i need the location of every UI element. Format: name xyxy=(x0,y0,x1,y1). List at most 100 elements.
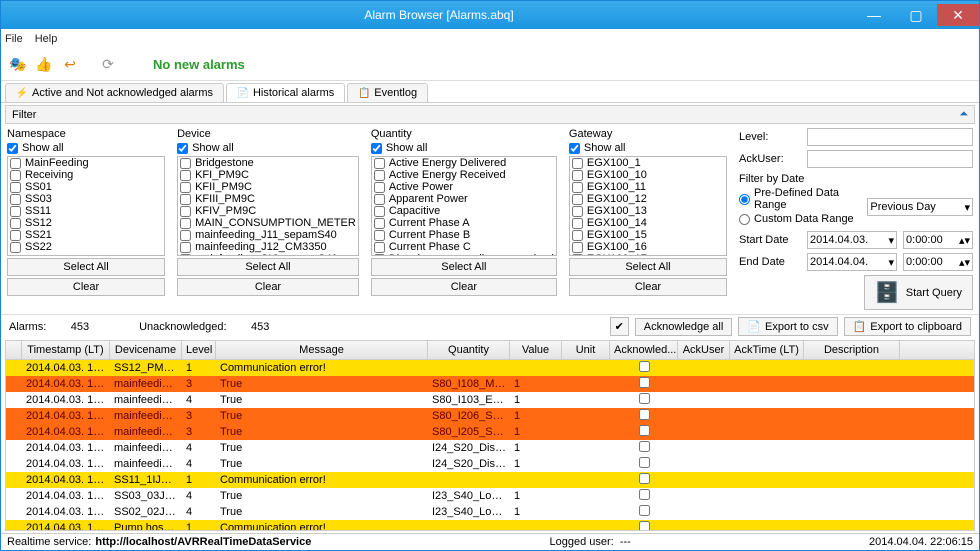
list-item[interactable]: KFII_PM9C xyxy=(178,181,358,193)
namespace-clear[interactable]: Clear xyxy=(7,278,165,296)
list-item[interactable]: Active Energy Received xyxy=(372,169,556,181)
list-item[interactable]: SS11 xyxy=(8,205,164,217)
list-item[interactable]: mainfeeding_J12_CM3350 xyxy=(178,241,358,253)
list-item[interactable]: Active Energy Delivered xyxy=(372,157,556,169)
list-item[interactable]: MAIN_CONSUMPTION_METER xyxy=(178,217,358,229)
list-item[interactable]: SS01 xyxy=(8,181,164,193)
namespace-selectall[interactable]: Select All xyxy=(7,258,165,276)
gateway-showall[interactable] xyxy=(569,143,580,154)
ack-checkbox[interactable] xyxy=(639,441,650,452)
predefined-radio[interactable] xyxy=(739,194,750,205)
list-item[interactable]: EGX100_1 xyxy=(570,157,726,169)
list-item[interactable]: SS22 xyxy=(8,241,164,253)
quantity-selectall[interactable]: Select All xyxy=(371,258,557,276)
list-item[interactable]: Bridgestone xyxy=(178,157,358,169)
filter-header[interactable]: Filter ⏶ xyxy=(5,105,975,124)
tab-active-alarms[interactable]: ⚡Active and Not acknowledged alarms xyxy=(5,83,224,102)
quantity-list[interactable]: Active Energy DeliveredActive Energy Rec… xyxy=(371,156,557,256)
menu-file[interactable]: File xyxy=(5,33,23,45)
quantity-clear[interactable]: Clear xyxy=(371,278,557,296)
grid-col-header[interactable] xyxy=(6,341,22,359)
gateway-selectall[interactable]: Select All xyxy=(569,258,727,276)
table-row[interactable]: 2014.04.03. 13:11...SS02_02J01_sep...4Tr… xyxy=(6,504,974,520)
table-row[interactable]: 2014.04.03. 13:11...mainfeeding_J12_...3… xyxy=(6,376,974,392)
grid-col-header[interactable]: Devicename xyxy=(110,341,182,359)
list-item[interactable]: EGX100_15 xyxy=(570,229,726,241)
grid-body[interactable]: 2014.04.03. 13:15...SS12_PM9C_MS...1Comm… xyxy=(5,360,975,531)
grid-col-header[interactable]: Description xyxy=(804,341,900,359)
list-item[interactable]: SS03 xyxy=(8,193,164,205)
list-item[interactable]: MainFeeding xyxy=(8,157,164,169)
list-item[interactable]: Disturbance recording memorized xyxy=(372,253,556,256)
list-item[interactable]: Receiving xyxy=(8,169,164,181)
back-icon[interactable]: ↩ xyxy=(59,54,81,76)
list-item[interactable]: EGX100_13 xyxy=(570,205,726,217)
list-item[interactable]: Current Phase C xyxy=(372,241,556,253)
table-row[interactable]: 2014.04.03. 13:11...Pump hose 0,4kV...1C… xyxy=(6,520,974,531)
table-row[interactable]: 2014.04.03. 13:11...mainfeeding_J12_...3… xyxy=(6,408,974,424)
ack-checkbox[interactable] xyxy=(639,457,650,468)
ack-checkbox[interactable] xyxy=(639,361,650,372)
table-row[interactable]: 2014.04.03. 13:11...mainfeeding_J22_...4… xyxy=(6,440,974,456)
list-item[interactable]: SS12 xyxy=(8,217,164,229)
close-button[interactable]: ✕ xyxy=(937,4,979,26)
level-input[interactable] xyxy=(807,128,973,146)
list-item[interactable]: Current Phase A xyxy=(372,217,556,229)
grid-col-header[interactable]: Acknowled... xyxy=(610,341,678,359)
table-row[interactable]: 2014.04.03. 13:11...SS11_1IJ04_sep...1Co… xyxy=(6,472,974,488)
start-query-button[interactable]: 🗄️ Start Query xyxy=(864,275,973,310)
ack-checkbox[interactable] xyxy=(639,425,650,436)
grid-col-header[interactable]: AckTime (LT) xyxy=(730,341,804,359)
namespace-list[interactable]: MainFeedingReceivingSS01SS03SS11SS12SS21… xyxy=(7,156,165,256)
tab-historical-alarms[interactable]: 📄Historical alarms xyxy=(226,83,345,102)
list-item[interactable]: EGX100_14 xyxy=(570,217,726,229)
table-row[interactable]: 2014.04.03. 13:11...mainfeeding_J12_...3… xyxy=(6,424,974,440)
ack-checkbox[interactable] xyxy=(639,473,650,484)
list-item[interactable]: Active Power xyxy=(372,181,556,193)
quantity-showall[interactable] xyxy=(371,143,382,154)
grid-header[interactable]: Timestamp (LT)DevicenameLevelMessageQuan… xyxy=(5,340,975,360)
tab-eventlog[interactable]: 📋Eventlog xyxy=(347,83,428,102)
mask-icon[interactable]: 🎭 xyxy=(7,54,29,76)
table-row[interactable]: 2014.04.03. 13:15...SS12_PM9C_MS...1Comm… xyxy=(6,360,974,376)
ack-all-toggle[interactable]: ✔ xyxy=(610,317,629,336)
starttime-input[interactable]: 0:00:00▴▾ xyxy=(903,231,973,249)
list-item[interactable]: Capacitive xyxy=(372,205,556,217)
ack-checkbox[interactable] xyxy=(639,489,650,500)
acknowledge-all-button[interactable]: Acknowledge all xyxy=(635,318,733,336)
thumbs-icon[interactable]: 👍 xyxy=(33,54,55,76)
export-clipboard-button[interactable]: 📋Export to clipboard xyxy=(844,317,971,336)
minimize-button[interactable]: — xyxy=(853,4,895,26)
list-item[interactable]: EGX100_12 xyxy=(570,193,726,205)
ack-checkbox[interactable] xyxy=(639,377,650,388)
list-item[interactable]: KFIII_PM9C xyxy=(178,193,358,205)
ack-checkbox[interactable] xyxy=(639,505,650,516)
maximize-button[interactable]: ▢ xyxy=(895,4,937,26)
list-item[interactable]: EGX100_11 xyxy=(570,181,726,193)
device-list[interactable]: BridgestoneKFI_PM9CKFII_PM9CKFIII_PM9CKF… xyxy=(177,156,359,256)
grid-col-header[interactable]: Unit xyxy=(562,341,610,359)
grid-col-header[interactable]: Value xyxy=(510,341,562,359)
ack-checkbox[interactable] xyxy=(639,521,650,531)
custom-radio[interactable] xyxy=(739,214,750,225)
ack-checkbox[interactable] xyxy=(639,409,650,420)
list-item[interactable]: SS21 xyxy=(8,229,164,241)
collapse-icon[interactable]: ⏶ xyxy=(959,108,968,121)
ackuser-input[interactable] xyxy=(807,150,973,168)
device-showall[interactable] xyxy=(177,143,188,154)
device-clear[interactable]: Clear xyxy=(177,278,359,296)
predefined-range-select[interactable]: Previous Day▾ xyxy=(867,198,973,216)
refresh-icon[interactable]: ⟳ xyxy=(97,54,119,76)
grid-col-header[interactable]: AckUser xyxy=(678,341,730,359)
grid-col-header[interactable]: Quantity xyxy=(428,341,510,359)
list-item[interactable]: EGX100_10 xyxy=(570,169,726,181)
list-item[interactable]: KFI_PM9C xyxy=(178,169,358,181)
namespace-showall[interactable] xyxy=(7,143,18,154)
ack-checkbox[interactable] xyxy=(639,393,650,404)
list-item[interactable]: Current Phase B xyxy=(372,229,556,241)
list-item[interactable]: mainfeeding_J12_sepamS40 xyxy=(178,253,358,256)
grid-col-header[interactable]: Message xyxy=(216,341,428,359)
table-row[interactable]: 2014.04.03. 13:11...mainfeeding_J12_...4… xyxy=(6,392,974,408)
table-row[interactable]: 2014.04.03. 13:11...mainfeeding_J15_...4… xyxy=(6,456,974,472)
list-item[interactable]: EGX100_17 xyxy=(570,253,726,256)
